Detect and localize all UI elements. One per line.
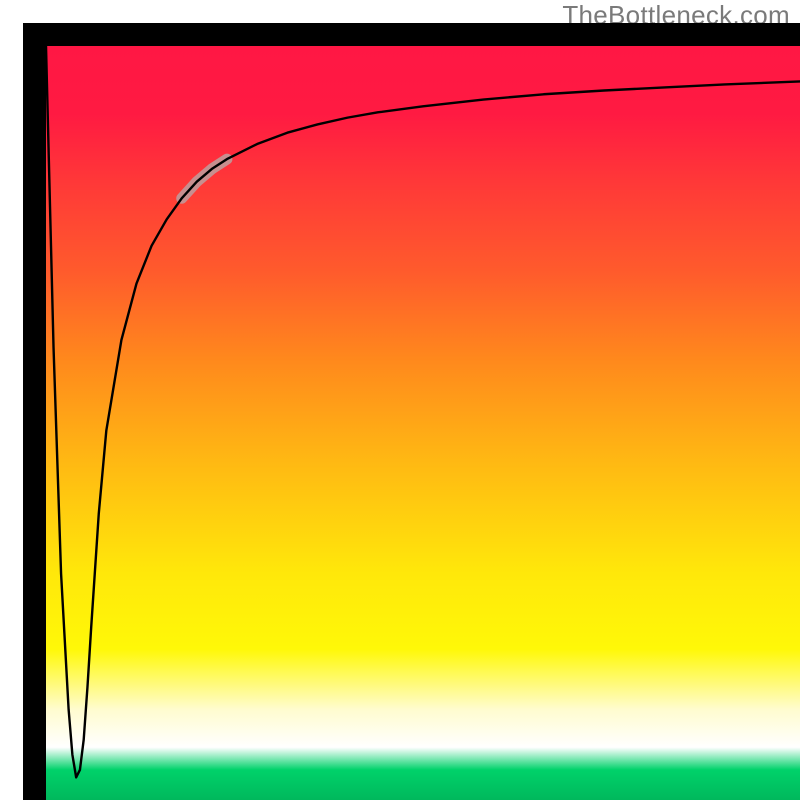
chart-plot-area [23, 23, 800, 800]
bottleneck-curve [46, 46, 800, 777]
chart-curve-svg [46, 46, 800, 800]
